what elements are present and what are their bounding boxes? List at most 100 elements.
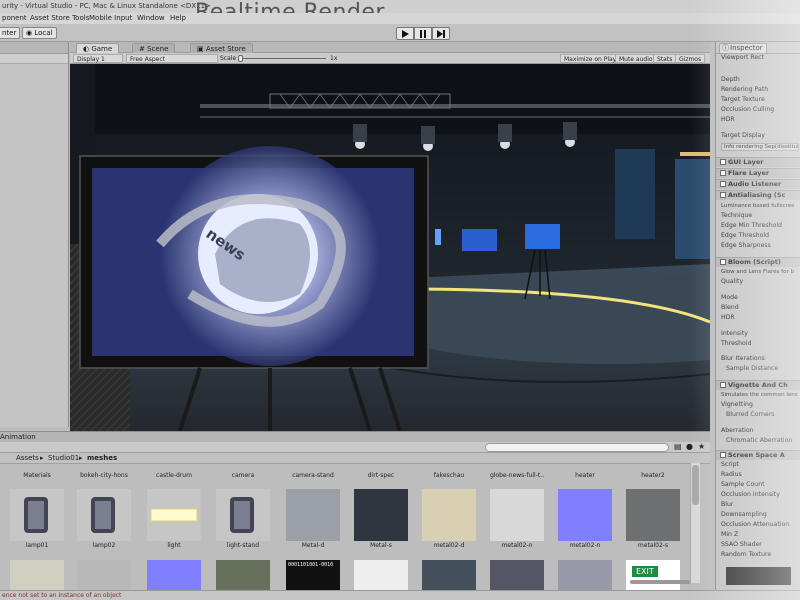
antialiasing-checkbox[interactable] <box>720 192 726 198</box>
asset-thumbnail <box>77 489 131 541</box>
favorite-star-icon[interactable]: ★ <box>698 442 705 451</box>
ssao-checkbox[interactable] <box>720 452 726 458</box>
asset-label-top[interactable]: bokeh-city-hons <box>74 472 134 479</box>
breadcrumb-studio[interactable]: Studio01 <box>48 454 79 463</box>
tab-scene[interactable]: # Scene <box>132 43 176 53</box>
asset-item[interactable]: metal02-d <box>422 489 476 549</box>
asset-thumbnail[interactable]: EXIT <box>626 560 680 590</box>
asset-label-top[interactable]: fakeschau <box>419 472 479 479</box>
vignette-header[interactable]: Vignette And Ch <box>716 380 800 390</box>
breadcrumb-assets[interactable]: Assets <box>16 454 39 463</box>
asset-thumbnail <box>490 489 544 541</box>
project-search-input[interactable] <box>485 443 669 452</box>
asset-label: metal02-d <box>433 542 465 549</box>
asset-label-top[interactable]: Materials <box>10 472 67 479</box>
asset-thumbnail <box>216 489 270 541</box>
scale-slider-handle[interactable] <box>238 55 243 62</box>
gizmos-toggle[interactable]: Gizmos <box>675 54 706 63</box>
asset-item[interactable]: lamp02 <box>77 489 131 549</box>
menu-asset-store-tools[interactable]: Asset Store Tools <box>30 14 89 22</box>
maximize-on-play-toggle[interactable]: Maximize on Play <box>560 54 621 63</box>
audio-listener-checkbox[interactable] <box>720 181 726 187</box>
edge-sharpness-label: Edge Sharpness <box>721 242 771 249</box>
menu-component[interactable]: ponent <box>2 14 27 22</box>
asset-label-top[interactable]: camera <box>213 472 273 479</box>
asset-label-top[interactable]: castle-drum <box>144 472 204 479</box>
stats-toggle[interactable]: Stats <box>653 54 677 63</box>
tab-game[interactable]: ◐ Game <box>76 43 120 53</box>
asset-thumbnail[interactable]: 0001101001-0010 <box>286 560 340 590</box>
asset-thumbnail[interactable] <box>490 560 544 590</box>
gui-layer-header[interactable]: GUI Layer <box>716 157 800 167</box>
asset-item[interactable]: light-stand <box>216 489 270 549</box>
asset-thumbnail[interactable] <box>147 560 201 590</box>
hdr-label: HDR <box>721 116 735 123</box>
asset-thumbnail[interactable] <box>354 560 408 590</box>
exit-sign-text: EXIT <box>632 566 658 577</box>
mute-audio-toggle[interactable]: Mute audio <box>615 54 657 63</box>
asset-label-top[interactable]: globe-news-full-t.. <box>487 472 547 479</box>
bloom-checkbox[interactable] <box>720 259 726 265</box>
aspect-select[interactable]: Free Aspect <box>126 54 218 63</box>
asset-item[interactable]: Metal-s <box>354 489 408 549</box>
mode-label: Mode <box>721 294 738 301</box>
asset-thumbnail[interactable] <box>10 560 64 590</box>
asset-thumbnail[interactable] <box>216 560 270 590</box>
ssao-header[interactable]: Screen Space A <box>716 450 800 460</box>
scale-value: 1x <box>330 55 338 62</box>
flare-layer-checkbox[interactable] <box>720 170 726 176</box>
bloom-header[interactable]: Bloom (Script) <box>716 257 800 267</box>
technique-label: Technique <box>721 212 753 219</box>
asset-item[interactable]: lamp01 <box>10 489 64 549</box>
play-button[interactable] <box>396 27 414 40</box>
asset-item[interactable]: light <box>147 489 201 549</box>
asset-label-top[interactable]: camera-stand <box>283 472 343 479</box>
tab-inspector[interactable]: ⓘ Inspector <box>719 43 767 53</box>
vignette-checkbox[interactable] <box>720 382 726 388</box>
bloom-hdr-label: HDR <box>721 314 735 321</box>
project-scrollbar[interactable] <box>690 463 700 583</box>
asset-thumbnail[interactable] <box>422 560 476 590</box>
flare-layer-header[interactable]: Flare Layer <box>716 168 800 178</box>
breadcrumb-meshes[interactable]: meshes <box>87 454 117 463</box>
filter-type-icon[interactable]: ▤ <box>674 442 682 451</box>
hierarchy-search[interactable] <box>0 54 68 64</box>
menu-mobile-input[interactable]: Mobile Input <box>89 14 132 22</box>
depth-label: Depth <box>721 76 740 83</box>
step-icon <box>437 29 445 38</box>
ssao-shader-label: SSAO Shader <box>721 541 762 548</box>
thumbnail-size-slider[interactable] <box>630 580 690 584</box>
asset-thumbnail <box>10 489 64 541</box>
tab-inspector-label: Inspector <box>730 44 763 52</box>
tab-asset-store[interactable]: ▣ Asset Store <box>190 43 253 53</box>
gui-layer-checkbox[interactable] <box>720 159 726 165</box>
asset-item[interactable]: metal02-s <box>626 489 680 549</box>
pivot-center-button[interactable]: nter <box>0 27 21 39</box>
edge-threshold-label: Edge Threshold <box>721 232 770 239</box>
menu-window[interactable]: Window <box>137 14 165 22</box>
asset-thumbnail[interactable] <box>558 560 612 590</box>
gui-layer-label: GUI Layer <box>728 158 764 166</box>
animation-tab[interactable]: Animation <box>0 433 36 441</box>
info-icon: ⓘ <box>722 44 729 52</box>
asset-item[interactable]: Metal-d <box>286 489 340 549</box>
game-viewport[interactable]: news <box>70 64 710 431</box>
display-select[interactable]: Display 1 <box>73 54 123 63</box>
scale-slider[interactable] <box>238 58 326 59</box>
inspector-panel: ⓘ Inspector Viewport Rect Depth Renderin… <box>715 42 800 590</box>
local-global-button[interactable]: ◉ Local <box>22 27 57 39</box>
antialiasing-header[interactable]: Antialiasing (Sc <box>716 190 800 200</box>
menu-help[interactable]: Help <box>170 14 186 22</box>
asset-item[interactable]: metal02-n <box>558 489 612 549</box>
pause-button[interactable] <box>414 27 432 40</box>
asset-label-top[interactable]: dirt-spec <box>351 472 411 479</box>
project-scrollbar-thumb[interactable] <box>692 465 699 505</box>
asset-item[interactable]: metal02-n <box>490 489 544 549</box>
audio-listener-header[interactable]: Audio Listener <box>716 179 800 189</box>
asset-label-top[interactable]: heater <box>555 472 615 479</box>
asset-thumbnail[interactable] <box>77 560 131 590</box>
step-button[interactable] <box>432 27 450 40</box>
filter-label-icon[interactable]: ● <box>686 442 693 451</box>
edge-min-threshold-label: Edge Min Threshold <box>721 222 782 229</box>
asset-label-top[interactable]: heater2 <box>623 472 683 479</box>
